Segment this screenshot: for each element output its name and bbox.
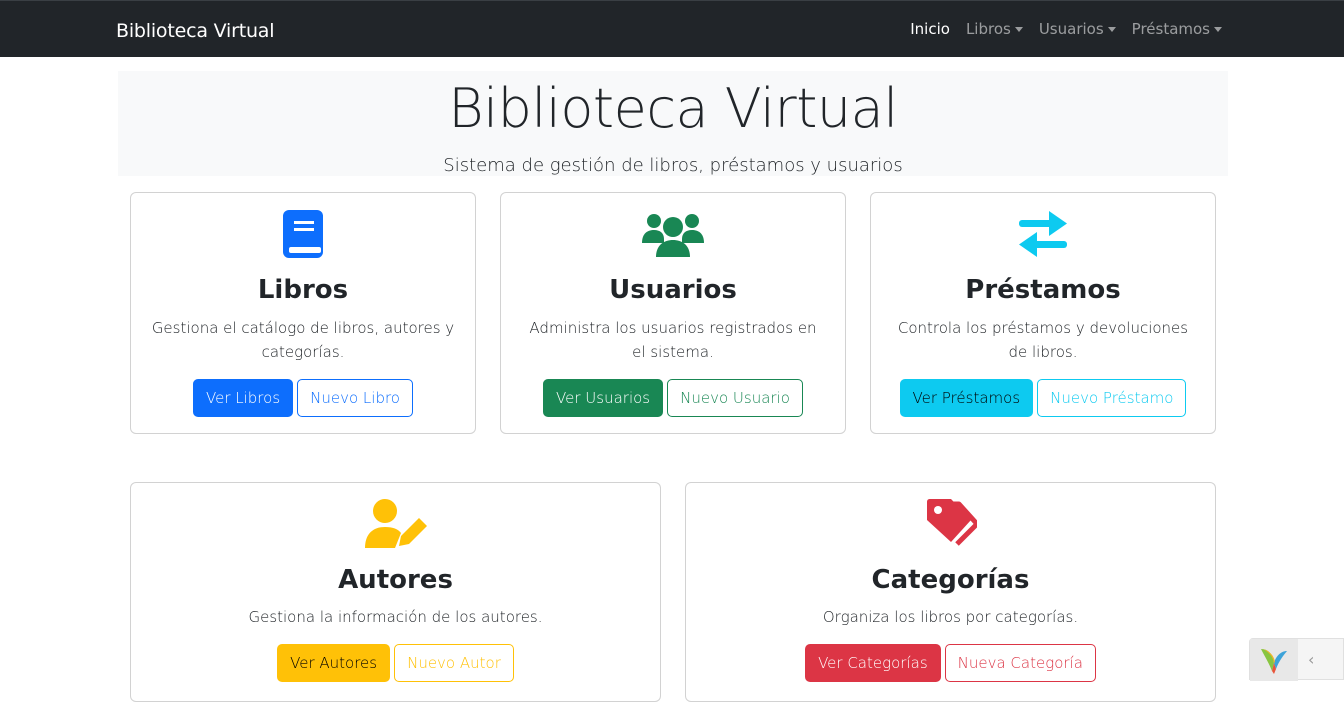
caret-down-icon	[1107, 26, 1116, 32]
nuevo-libro-button[interactable]: Nuevo Libro	[297, 379, 413, 417]
nuevo-usuario-button[interactable]: Nuevo Usuario	[667, 379, 803, 417]
nav-item-label: Libros	[965, 20, 1011, 38]
card-title: Autores	[338, 565, 453, 595]
caret-down-icon	[1214, 26, 1222, 32]
nav-item-label: Préstamos	[1131, 20, 1210, 38]
card-text: Controla los préstamos y devoluciones de…	[897, 319, 1189, 361]
toolbar-toggle-icon[interactable]: ‹	[1308, 650, 1314, 669]
nuevo-autor-button[interactable]: Nuevo Autor	[394, 644, 514, 682]
card-title: Libros	[257, 275, 349, 305]
book-icon	[131, 209, 475, 259]
nav-item-label: Inicio	[910, 20, 950, 38]
card-usuarios: Usuarios Administra los usuarios registr…	[500, 192, 846, 434]
navbar-brand[interactable]: Biblioteca Virtual	[116, 20, 275, 42]
hero-banner: Biblioteca Virtual Sistema de gestión de…	[118, 71, 1228, 176]
top-navbar: Biblioteca Virtual Inicio Libros Usuario…	[0, 0, 1344, 57]
page-subtitle: Sistema de gestión de libros, préstamos …	[443, 155, 903, 176]
ver-libros-button[interactable]: Ver Libros	[193, 379, 294, 417]
nueva-categoria-button[interactable]: Nueva Categoría	[944, 644, 1096, 682]
tags-icon	[686, 498, 1215, 548]
card-text: Organiza los libros por categorías.	[822, 608, 1079, 626]
card-text: Gestiona el catálogo de libros, autores …	[151, 319, 455, 361]
card-prestamos: Préstamos Controla los préstamos y devol…	[870, 192, 1216, 434]
nav-dropdown-libros[interactable]: Libros	[966, 20, 1023, 38]
page-title: Biblioteca Virtual	[448, 77, 898, 140]
ver-prestamos-button[interactable]: Ver Préstamos	[899, 379, 1034, 417]
card-autores: Autores Gestiona la información de los a…	[130, 482, 661, 702]
exchange-arrows-icon	[871, 209, 1215, 259]
yii-logo-icon[interactable]	[1250, 639, 1298, 681]
ver-categorias-button[interactable]: Ver Categorías	[805, 644, 941, 682]
nav-dropdown-usuarios[interactable]: Usuarios	[1039, 20, 1116, 38]
users-icon	[501, 209, 845, 259]
card-title: Categorías	[871, 565, 1030, 595]
card-text: Gestiona la información de los autores.	[248, 608, 543, 626]
caret-down-icon	[1014, 26, 1023, 32]
debug-toolbar: ‹	[1249, 638, 1344, 681]
card-title: Usuarios	[609, 275, 737, 305]
ver-usuarios-button[interactable]: Ver Usuarios	[543, 379, 664, 417]
navbar-menu: Inicio Libros Usuarios Préstamos	[910, 20, 1222, 38]
card-text: Administra los usuarios registrados en e…	[529, 319, 817, 361]
card-title: Préstamos	[965, 275, 1121, 305]
card-categorias: Categorías Organiza los libros por categ…	[685, 482, 1216, 702]
nuevo-prestamo-button[interactable]: Nuevo Préstamo	[1037, 379, 1187, 417]
user-pen-icon	[131, 498, 660, 548]
nav-dropdown-prestamos[interactable]: Préstamos	[1132, 20, 1222, 38]
nav-item-label: Usuarios	[1038, 20, 1104, 38]
card-libros: Libros Gestiona el catálogo de libros, a…	[130, 192, 476, 434]
nav-item-inicio[interactable]: Inicio	[910, 20, 950, 38]
ver-autores-button[interactable]: Ver Autores	[277, 644, 391, 682]
